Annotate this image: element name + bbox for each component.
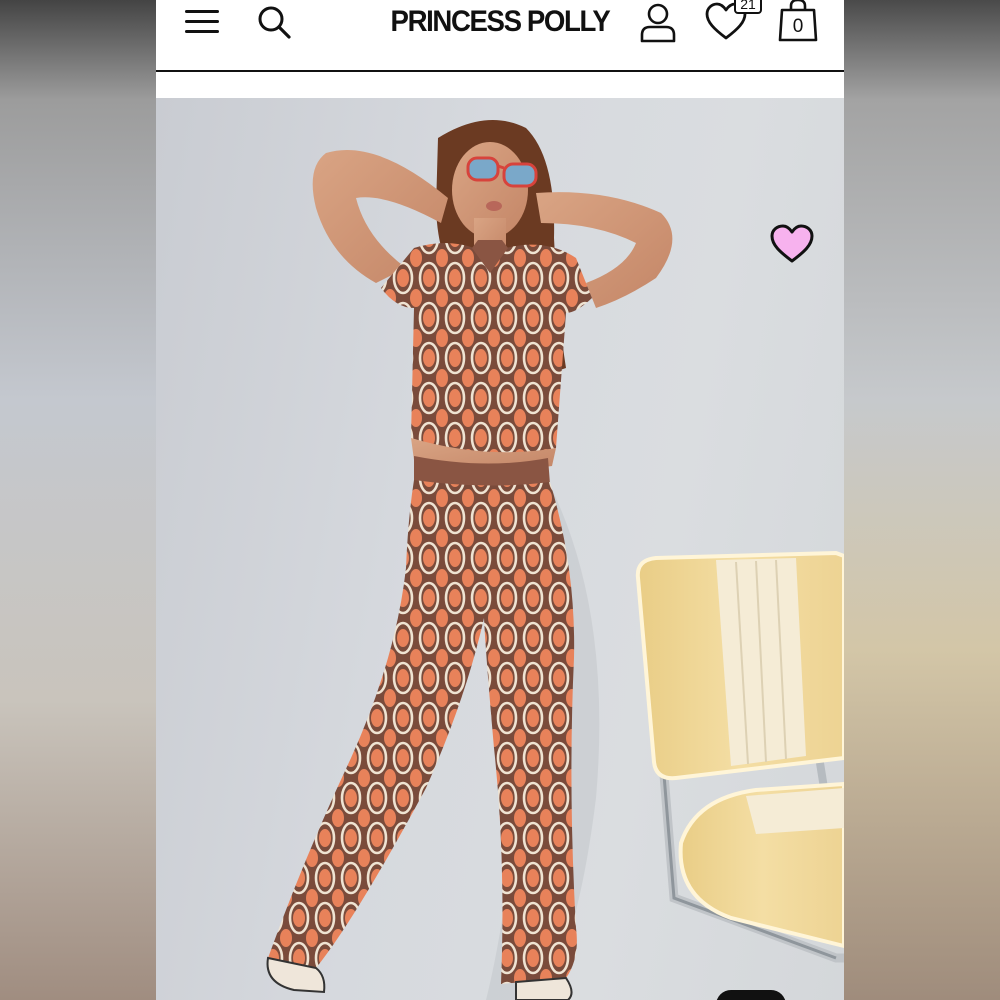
user-account-icon	[640, 3, 676, 43]
menu-button[interactable]	[182, 4, 222, 38]
product-photo	[266, 120, 844, 1000]
heart-icon	[770, 224, 814, 263]
brand-logo[interactable]: PRINCESS POLLY	[391, 2, 611, 42]
search-button[interactable]	[254, 2, 294, 42]
background-blur-left	[0, 0, 156, 1000]
hamburger-menu-icon	[182, 4, 222, 38]
site-header: PRINCESS POLLY 21 0	[156, 0, 844, 72]
floating-action-button[interactable]	[716, 990, 786, 1000]
search-icon	[258, 6, 291, 39]
mobile-screen: PRINCESS POLLY 21 0	[156, 0, 844, 1000]
shopping-bag-button[interactable]: 0	[776, 0, 820, 44]
background-blur-right	[844, 0, 1000, 1000]
product-image[interactable]	[156, 98, 844, 1000]
chair	[635, 550, 844, 963]
wishlist-count-badge: 21	[734, 0, 762, 14]
wishlist-button[interactable]: 21	[704, 0, 766, 44]
favorite-button[interactable]	[768, 222, 816, 266]
account-button[interactable]	[636, 0, 680, 44]
bag-count: 0	[792, 16, 804, 37]
